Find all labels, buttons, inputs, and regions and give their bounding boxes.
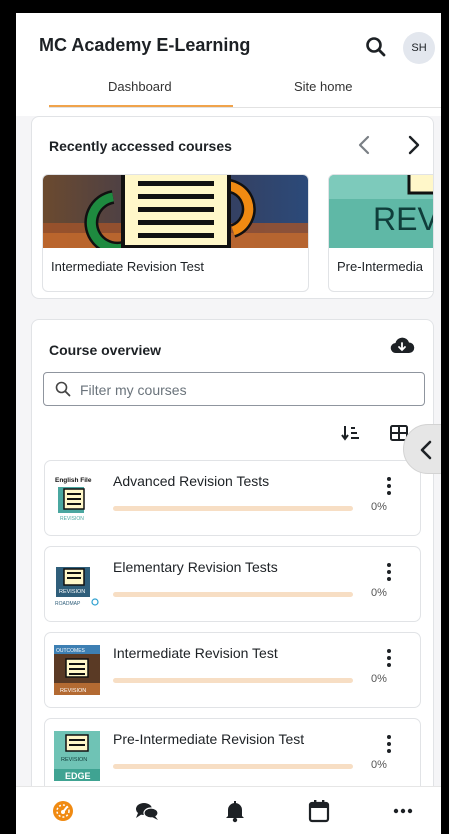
svg-text:REVISION: REVISION <box>60 516 84 522</box>
revision-banner-thumbnail: REV <box>329 175 434 248</box>
dashboard-gauge-icon <box>53 801 73 821</box>
tab-dashboard[interactable]: Dashboard <box>108 79 172 94</box>
filter-courses-input[interactable] <box>80 380 410 400</box>
more-vertical-icon <box>387 563 391 581</box>
recent-course-tile[interactable]: Intermediate Revision Test <box>42 174 309 292</box>
course-progress-bar <box>113 506 353 511</box>
more-vertical-icon <box>387 477 391 495</box>
svg-text:REVISION: REVISION <box>59 589 85 595</box>
course-thumbnail: OUTCOMES REVISION <box>54 645 100 695</box>
course-overview-card: Course overview Filter my courses Englis… <box>31 319 434 834</box>
more-horizontal-icon <box>393 808 413 814</box>
svg-text:REVISION: REVISION <box>60 688 86 694</box>
course-thumbnail: REVISION ROADMAP <box>54 559 100 609</box>
svg-text:OUTCOMES: OUTCOMES <box>56 648 86 654</box>
download-courses-button[interactable] <box>389 334 415 358</box>
tab-divider <box>49 107 441 108</box>
course-thumbnail: English File REVISION <box>54 473 100 523</box>
nav-more-button[interactable] <box>390 799 416 823</box>
course-list-item[interactable]: REVISION ROADMAP Elementary Revision Tes… <box>44 546 421 622</box>
svg-text:English File: English File <box>55 477 92 484</box>
recent-course-title: Intermediate Revision Test <box>51 259 204 274</box>
nav-notifications-button[interactable] <box>222 799 248 823</box>
recent-course-tile[interactable]: REV Pre-Intermedia <box>328 174 434 292</box>
recent-course-title: Pre-Intermedia <box>337 259 423 274</box>
course-title[interactable]: Elementary Revision Tests <box>113 559 278 575</box>
course-thumbnail: REVISION EDGE <box>54 731 100 781</box>
user-avatar[interactable]: SH <box>403 32 435 64</box>
course-progress-bar <box>113 678 353 683</box>
recently-accessed-card: Recently accessed courses Intermediate R… <box>31 116 434 299</box>
search-icon <box>366 37 386 57</box>
carousel-previous-button[interactable] <box>354 133 376 157</box>
app-screen: MC Academy E-Learning SH Dashboard Site … <box>16 13 441 834</box>
app-title: MC Academy E-Learning <box>39 35 251 55</box>
tab-site-home[interactable]: Site home <box>294 79 353 94</box>
carousel-next-button[interactable] <box>402 133 424 157</box>
svg-text:EDGE: EDGE <box>65 771 91 781</box>
chat-bubbles-icon <box>136 803 159 820</box>
recently-accessed-heading: Recently accessed courses <box>49 138 232 154</box>
chevron-left-icon <box>420 440 432 460</box>
course-progress-label: 0% <box>371 501 387 513</box>
active-tab-indicator <box>49 105 233 107</box>
sort-icon <box>341 426 359 441</box>
bottom-navigation <box>16 786 441 834</box>
nav-calendar-button[interactable] <box>306 799 332 823</box>
svg-text:ROADMAP: ROADMAP <box>55 601 81 607</box>
svg-text:REVISION: REVISION <box>61 757 87 763</box>
course-actions-button[interactable] <box>385 562 393 582</box>
thumbnail-banner-text: REV <box>373 201 434 237</box>
course-progress-label: 0% <box>371 673 387 685</box>
sort-courses-button[interactable] <box>341 423 361 443</box>
course-title[interactable]: Advanced Revision Tests <box>113 473 269 489</box>
cloud-download-icon <box>390 337 415 354</box>
course-actions-button[interactable] <box>385 476 393 496</box>
course-list-item[interactable]: OUTCOMES REVISION Intermediate Revision … <box>44 632 421 708</box>
filter-courses-field[interactable] <box>43 372 425 406</box>
course-actions-button[interactable] <box>385 734 393 754</box>
bell-icon <box>226 801 244 823</box>
chevron-right-icon <box>408 135 420 155</box>
chevron-left-icon <box>358 135 370 155</box>
app-header: MC Academy E-Learning SH Dashboard Site … <box>16 13 441 116</box>
revision-file-icon-thumbnail <box>43 175 308 248</box>
calendar-icon <box>308 800 330 823</box>
course-list-item[interactable]: REVISION EDGE Pre-Intermediate Revision … <box>44 718 421 794</box>
course-progress-label: 0% <box>371 759 387 771</box>
course-title[interactable]: Pre-Intermediate Revision Test <box>113 731 304 747</box>
course-progress-label: 0% <box>371 587 387 599</box>
search-icon <box>55 381 71 397</box>
course-actions-button[interactable] <box>385 648 393 668</box>
course-progress-bar <box>113 764 353 769</box>
more-vertical-icon <box>387 735 391 753</box>
nav-messages-button[interactable] <box>134 799 160 823</box>
course-title[interactable]: Intermediate Revision Test <box>113 645 278 661</box>
course-progress-bar <box>113 592 353 597</box>
course-list-item[interactable]: English File REVISION Advanced Revision … <box>44 460 421 536</box>
course-overview-heading: Course overview <box>49 342 162 358</box>
nav-dashboard-button[interactable] <box>50 799 76 823</box>
search-button[interactable] <box>362 33 390 61</box>
more-vertical-icon <box>387 649 391 667</box>
